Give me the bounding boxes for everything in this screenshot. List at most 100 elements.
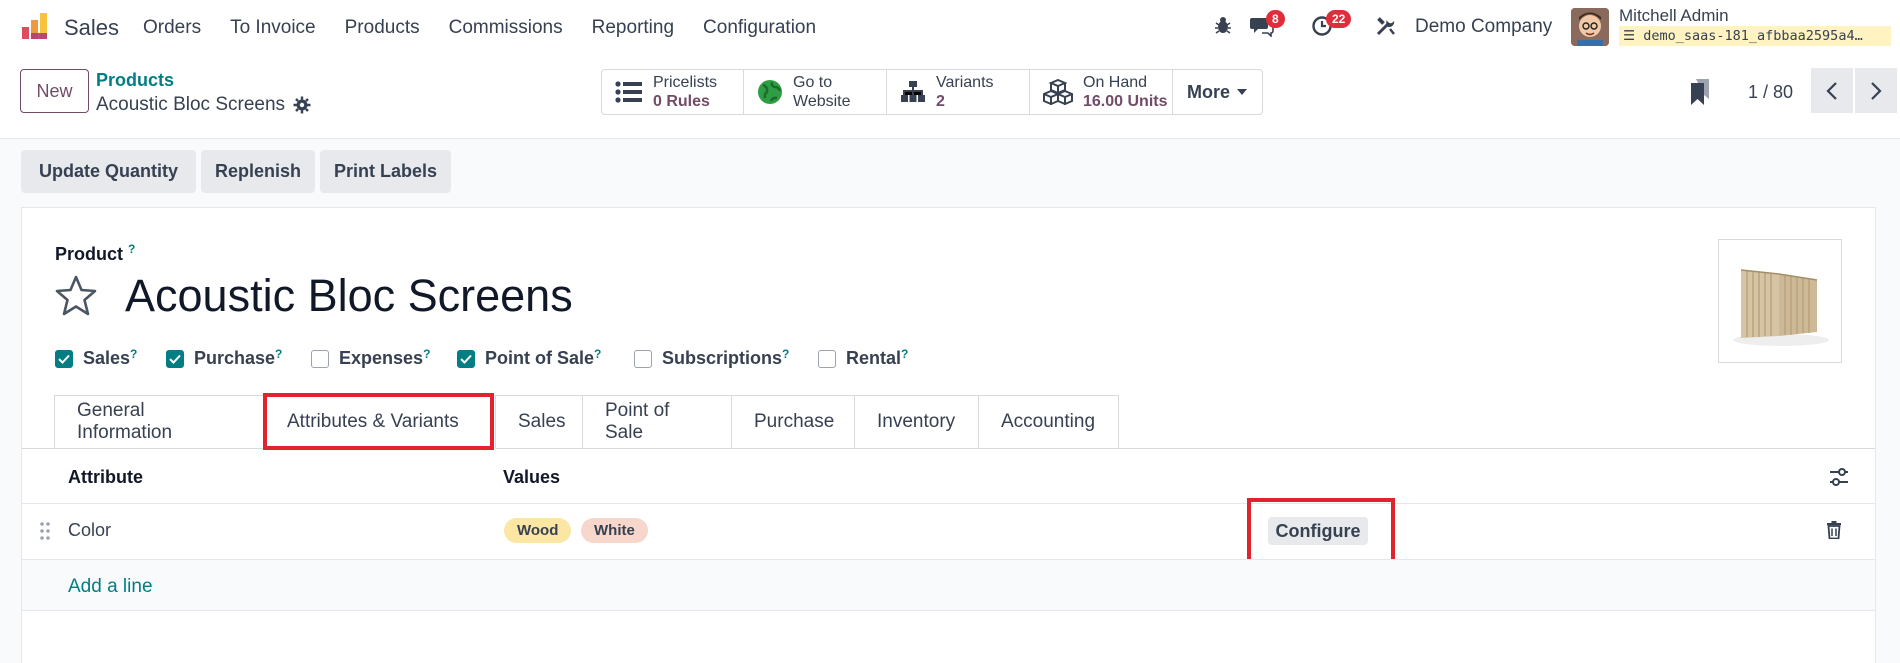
company-switcher[interactable]: Demo Company [1415,16,1552,38]
purchase-checkbox-label: Purchase [194,348,276,368]
new-button[interactable]: New [20,69,89,113]
point-of-sale-checkbox-label: Point of Sale [485,348,595,368]
pricelists-smart-button[interactable]: Pricelists 0 Rules [602,70,744,114]
tab-inventory[interactable]: Inventory [854,395,978,449]
help-tooltip-icon[interactable]: ? [275,347,282,361]
user-avatar[interactable] [1571,8,1609,46]
menu-configuration[interactable]: Configuration [703,17,816,39]
messages-count-badge: 8 [1266,10,1285,28]
more-dropdown-button[interactable]: More [1173,70,1262,114]
checkbox-unchecked-icon[interactable] [634,349,652,368]
optional-columns-sliders-icon[interactable] [1829,468,1849,486]
tab-accounting[interactable]: Accounting [978,395,1119,449]
sales-checkbox-label: Sales [83,348,131,368]
product-label-text: Product [55,244,124,264]
help-tooltip-icon[interactable]: ? [594,347,601,361]
table-bottom-divider [22,610,1875,611]
chevron-right-icon [1871,81,1882,100]
product-field-label: Product ? [55,242,135,265]
replenish-button[interactable]: Replenish [201,150,315,193]
column-header-attribute[interactable]: Attribute [68,467,143,488]
trash-icon[interactable] [1826,521,1842,539]
update-quantity-button[interactable]: Update Quantity [21,150,196,193]
can-be-purchased-checkbox[interactable]: Purchase ? [166,347,282,370]
tab-point-of-sale[interactable]: Point of Sale [582,395,731,449]
notebook-tabs: General Information Attributes & Variant… [54,395,1119,449]
user-name[interactable]: Mitchell Admin [1619,6,1729,26]
attribute-cell[interactable]: Color [68,520,111,541]
help-tooltip-icon[interactable]: ? [901,347,908,361]
on-hand-value: 16.00 Units [1083,93,1168,110]
debug-bug-icon[interactable] [1213,15,1233,35]
menu-commissions[interactable]: Commissions [449,17,563,39]
product-screen-image [1733,269,1829,346]
gear-icon[interactable] [293,96,311,114]
activities-count-badge: 22 [1326,10,1352,28]
add-a-line-link[interactable]: Add a line [68,576,153,598]
help-tooltip-icon[interactable]: ? [782,347,789,361]
menu-reporting[interactable]: Reporting [592,17,674,39]
checkbox-unchecked-icon[interactable] [311,349,329,368]
pricelists-value: 0 Rules [653,93,710,110]
can-be-sold-checkbox[interactable]: Sales ? [55,347,137,370]
caret-down-icon [1237,89,1248,95]
variants-label: Variants [936,74,994,91]
breadcrumb-current-label: Acoustic Bloc Screens [96,94,286,115]
highlight-box-tab [263,393,494,450]
checkbox-checked-icon[interactable] [457,349,475,368]
sitemap-icon [901,81,925,102]
website-line2: Website [793,93,851,110]
table-row[interactable] [22,504,1875,559]
variants-smart-button[interactable]: Variants 2 [887,70,1030,114]
menu-orders[interactable]: Orders [143,17,201,39]
pager-value[interactable]: 1 / 80 [1748,82,1793,103]
more-label: More [1187,81,1231,102]
drag-handle-icon[interactable] [39,521,51,541]
expenses-checkbox-label: Expenses [339,348,424,368]
checkbox-checked-icon[interactable] [55,349,73,368]
main-menu: Orders To Invoice Products Commissions R… [143,17,845,39]
pager-previous-button[interactable] [1811,68,1853,113]
sales-app-logo-icon[interactable] [20,11,50,41]
pager-next-button[interactable] [1855,68,1897,113]
product-name-field[interactable]: Acoustic Bloc Screens [125,270,573,322]
menu-to-invoice[interactable]: To Invoice [230,17,316,39]
settings-tools-icon[interactable] [1375,15,1397,37]
cubes-icon [1043,79,1073,105]
can-be-expensed-checkbox[interactable]: Expenses ? [311,347,430,370]
value-tag-white: White [581,518,648,543]
available-in-pos-checkbox[interactable]: Point of Sale ? [457,347,601,370]
help-tooltip-icon[interactable]: ? [130,347,137,361]
menu-products[interactable]: Products [345,17,420,39]
tab-sales[interactable]: Sales [495,395,582,449]
database-name: ☰ demo_saas-181_afbbaa2595a4… [1619,26,1891,46]
database-icon: ☰ [1623,28,1636,44]
on-hand-label: On Hand [1083,74,1148,91]
bookmark-icon[interactable] [1690,79,1710,105]
database-label: demo_saas-181_afbbaa2595a4… [1643,28,1863,44]
checkbox-unchecked-icon[interactable] [818,349,836,368]
product-image[interactable] [1718,239,1842,363]
favorite-star-icon[interactable] [54,275,98,317]
app-name[interactable]: Sales [64,15,119,41]
subscriptions-checkbox[interactable]: Subscriptions ? [634,347,789,370]
control-panel: New Products Acoustic Bloc Screens Price… [0,54,1900,139]
go-to-website-smart-button[interactable]: Go to Website [744,70,887,114]
on-hand-smart-button[interactable]: On Hand 16.00 Units [1030,70,1173,114]
rental-checkbox[interactable]: Rental ? [818,347,908,370]
value-tag-wood: Wood [504,518,572,543]
top-navbar: Sales Orders To Invoice Products Commiss… [0,0,1900,54]
help-tooltip-icon[interactable]: ? [128,242,135,256]
subscriptions-checkbox-label: Subscriptions [662,348,783,368]
checkbox-checked-icon[interactable] [166,349,184,368]
globe-icon [758,80,782,104]
tab-general-information[interactable]: General Information [54,395,264,449]
variants-value: 2 [936,93,945,110]
list-icon [615,81,642,103]
print-labels-button[interactable]: Print Labels [320,150,451,193]
breadcrumb-current: Acoustic Bloc Screens [96,94,311,116]
tab-purchase[interactable]: Purchase [731,395,854,449]
column-header-values[interactable]: Values [503,467,560,488]
breadcrumb-products[interactable]: Products [96,70,174,91]
help-tooltip-icon[interactable]: ? [423,347,430,361]
